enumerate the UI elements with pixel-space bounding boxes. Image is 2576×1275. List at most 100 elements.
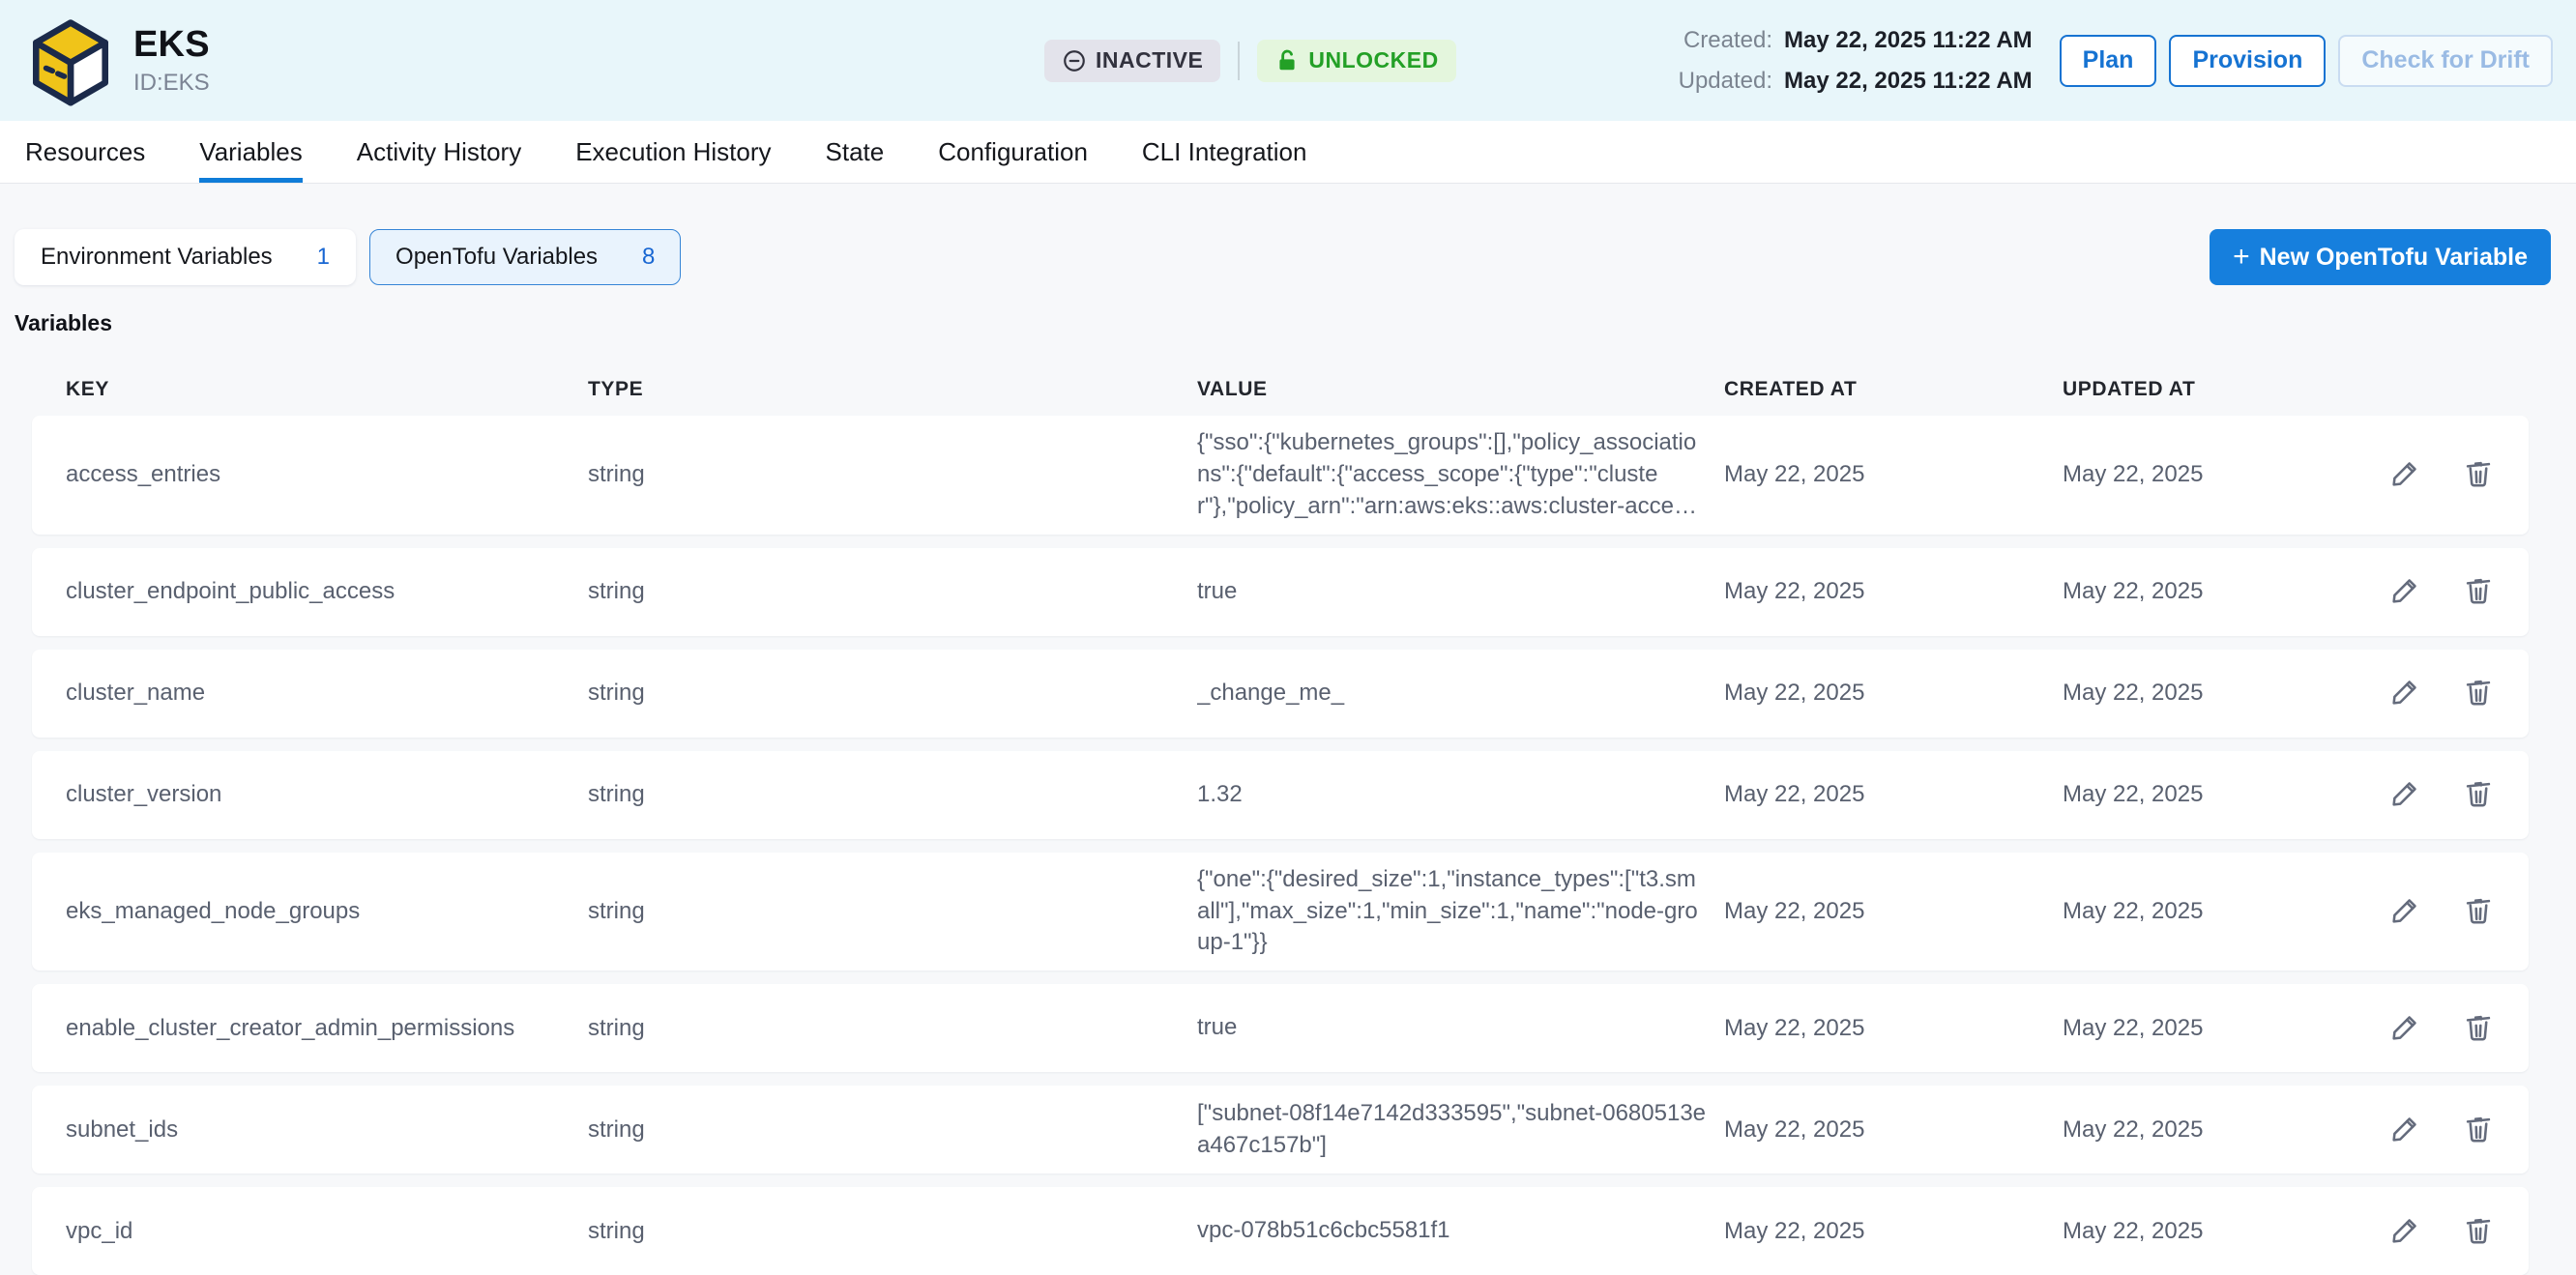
edit-variable-button[interactable]: [2387, 1214, 2422, 1249]
circle-minus-icon: [1062, 48, 1087, 73]
edit-variable-button[interactable]: [2387, 574, 2422, 609]
tab-activity-history[interactable]: Activity History: [357, 121, 521, 183]
column-header-created: CREATED AT: [1724, 378, 2063, 401]
subtab-opentofu-variables[interactable]: OpenTofu Variables 8: [369, 229, 681, 285]
pencil-icon: [2388, 777, 2421, 810]
pencil-icon: [2388, 676, 2421, 709]
trash-icon: [2462, 1214, 2495, 1247]
variable-value: true: [1197, 1012, 1724, 1044]
pencil-icon: [2388, 574, 2421, 607]
pencil-icon: [2388, 894, 2421, 927]
trash-icon: [2462, 574, 2495, 607]
created-value: May 22, 2025 11:22 AM: [1784, 27, 2033, 54]
lock-status-badge: UNLOCKED: [1257, 40, 1455, 82]
tab-state[interactable]: State: [826, 121, 885, 183]
new-opentofu-variable-button[interactable]: + New OpenTofu Variable: [2210, 229, 2551, 285]
variable-created-at: May 22, 2025: [1724, 578, 2063, 605]
tab-cli-integration[interactable]: CLI Integration: [1142, 121, 1307, 183]
edit-variable-button[interactable]: [2387, 894, 2422, 929]
delete-variable-button[interactable]: [2461, 777, 2496, 812]
check-for-drift-button[interactable]: Check for Drift: [2338, 35, 2553, 87]
new-opentofu-variable-label: New OpenTofu Variable: [2260, 244, 2528, 272]
edit-variable-button[interactable]: [2387, 457, 2422, 492]
variable-type: string: [588, 781, 1197, 808]
edit-variable-button[interactable]: [2387, 1011, 2422, 1046]
variable-key: eks_managed_node_groups: [32, 898, 588, 925]
variable-created-at: May 22, 2025: [1724, 461, 2063, 488]
trash-icon: [2462, 1011, 2495, 1044]
table-row: subnet_ids string ["subnet-08f14e7142d33…: [32, 1086, 2529, 1174]
pencil-icon: [2388, 457, 2421, 490]
status-badges: INACTIVE UNLOCKED: [1044, 40, 1456, 82]
table-row: enable_cluster_creator_admin_permissions…: [32, 984, 2529, 1072]
delete-variable-button[interactable]: [2461, 574, 2496, 609]
delete-variable-button[interactable]: [2461, 457, 2496, 492]
delete-variable-button[interactable]: [2461, 676, 2496, 710]
table-header-row: KEY TYPE VALUE CREATED AT UPDATED AT: [32, 375, 2529, 404]
variable-type: string: [588, 1218, 1197, 1245]
page-title: EKS: [133, 24, 210, 66]
variable-updated-at: May 22, 2025: [2063, 578, 2364, 605]
variable-key: cluster_endpoint_public_access: [32, 578, 588, 605]
variable-updated-at: May 22, 2025: [2063, 680, 2364, 707]
created-label: Created:: [1679, 27, 1772, 54]
header-actions: Plan Provision Check for Drift: [2060, 35, 2553, 87]
trash-icon: [2462, 676, 2495, 709]
unlocked-icon: [1274, 48, 1300, 73]
trash-icon: [2462, 457, 2495, 490]
badge-divider: [1238, 42, 1240, 80]
variable-value: {"sso":{"kubernetes_groups":[],"policy_a…: [1197, 427, 1724, 523]
trash-icon: [2462, 777, 2495, 810]
subtab-label: OpenTofu Variables: [395, 244, 598, 271]
subtab-count-badge: 1: [317, 244, 330, 271]
section-title: Variables: [15, 310, 2576, 336]
variable-updated-at: May 22, 2025: [2063, 461, 2364, 488]
variable-created-at: May 22, 2025: [1724, 680, 2063, 707]
subtab-environment-variables[interactable]: Environment Variables 1: [15, 229, 356, 285]
variable-key: cluster_name: [32, 680, 588, 707]
variable-type: string: [588, 1015, 1197, 1042]
variable-value: ["subnet-08f14e7142d333595","subnet-0680…: [1197, 1098, 1724, 1162]
delete-variable-button[interactable]: [2461, 1011, 2496, 1046]
subtab-label: Environment Variables: [41, 244, 273, 271]
variable-updated-at: May 22, 2025: [2063, 898, 2364, 925]
tab-variables[interactable]: Variables: [199, 121, 302, 183]
tab-execution-history[interactable]: Execution History: [575, 121, 771, 183]
variable-type: string: [588, 680, 1197, 707]
variable-type: string: [588, 578, 1197, 605]
plus-icon: +: [2233, 241, 2250, 274]
variable-type: string: [588, 898, 1197, 925]
updated-value: May 22, 2025 11:22 AM: [1784, 68, 2033, 95]
column-header-key: KEY: [32, 378, 588, 401]
variable-key: enable_cluster_creator_admin_permissions: [32, 1015, 588, 1042]
variable-created-at: May 22, 2025: [1724, 898, 2063, 925]
trash-icon: [2462, 894, 2495, 927]
column-header-value: VALUE: [1197, 378, 1724, 401]
tab-configuration[interactable]: Configuration: [938, 121, 1088, 183]
delete-variable-button[interactable]: [2461, 894, 2496, 929]
variable-created-at: May 22, 2025: [1724, 1015, 2063, 1042]
app-header: EKS ID:EKS INACTIVE UNLOCKED Created: Ma…: [0, 0, 2576, 121]
plan-button[interactable]: Plan: [2060, 35, 2157, 87]
delete-variable-button[interactable]: [2461, 1214, 2496, 1249]
lock-status-badge-label: UNLOCKED: [1308, 47, 1438, 73]
variable-value: _change_me_: [1197, 678, 1724, 710]
pencil-icon: [2388, 1011, 2421, 1044]
provision-button[interactable]: Provision: [2169, 35, 2326, 87]
table-row: access_entries string {"sso":{"kubernete…: [32, 416, 2529, 535]
variables-page: Environment Variables 1 OpenTofu Variabl…: [0, 184, 2576, 1275]
variable-key: subnet_ids: [32, 1116, 588, 1144]
table-row: eks_managed_node_groups string {"one":{"…: [32, 853, 2529, 971]
timestamps: Created: May 22, 2025 11:22 AM Updated: …: [1679, 27, 2033, 95]
edit-variable-button[interactable]: [2387, 777, 2422, 812]
column-header-updated: UPDATED AT: [2063, 378, 2364, 401]
variable-created-at: May 22, 2025: [1724, 781, 2063, 808]
delete-variable-button[interactable]: [2461, 1113, 2496, 1147]
edit-variable-button[interactable]: [2387, 1113, 2422, 1147]
table-row: vpc_id string vpc-078b51c6cbc5581f1 May …: [32, 1187, 2529, 1275]
main-tabbar: Resources Variables Activity History Exe…: [0, 121, 2576, 184]
variable-value: {"one":{"desired_size":1,"instance_types…: [1197, 864, 1724, 960]
tab-resources[interactable]: Resources: [25, 121, 145, 183]
table-row: cluster_endpoint_public_access string tr…: [32, 548, 2529, 636]
edit-variable-button[interactable]: [2387, 676, 2422, 710]
